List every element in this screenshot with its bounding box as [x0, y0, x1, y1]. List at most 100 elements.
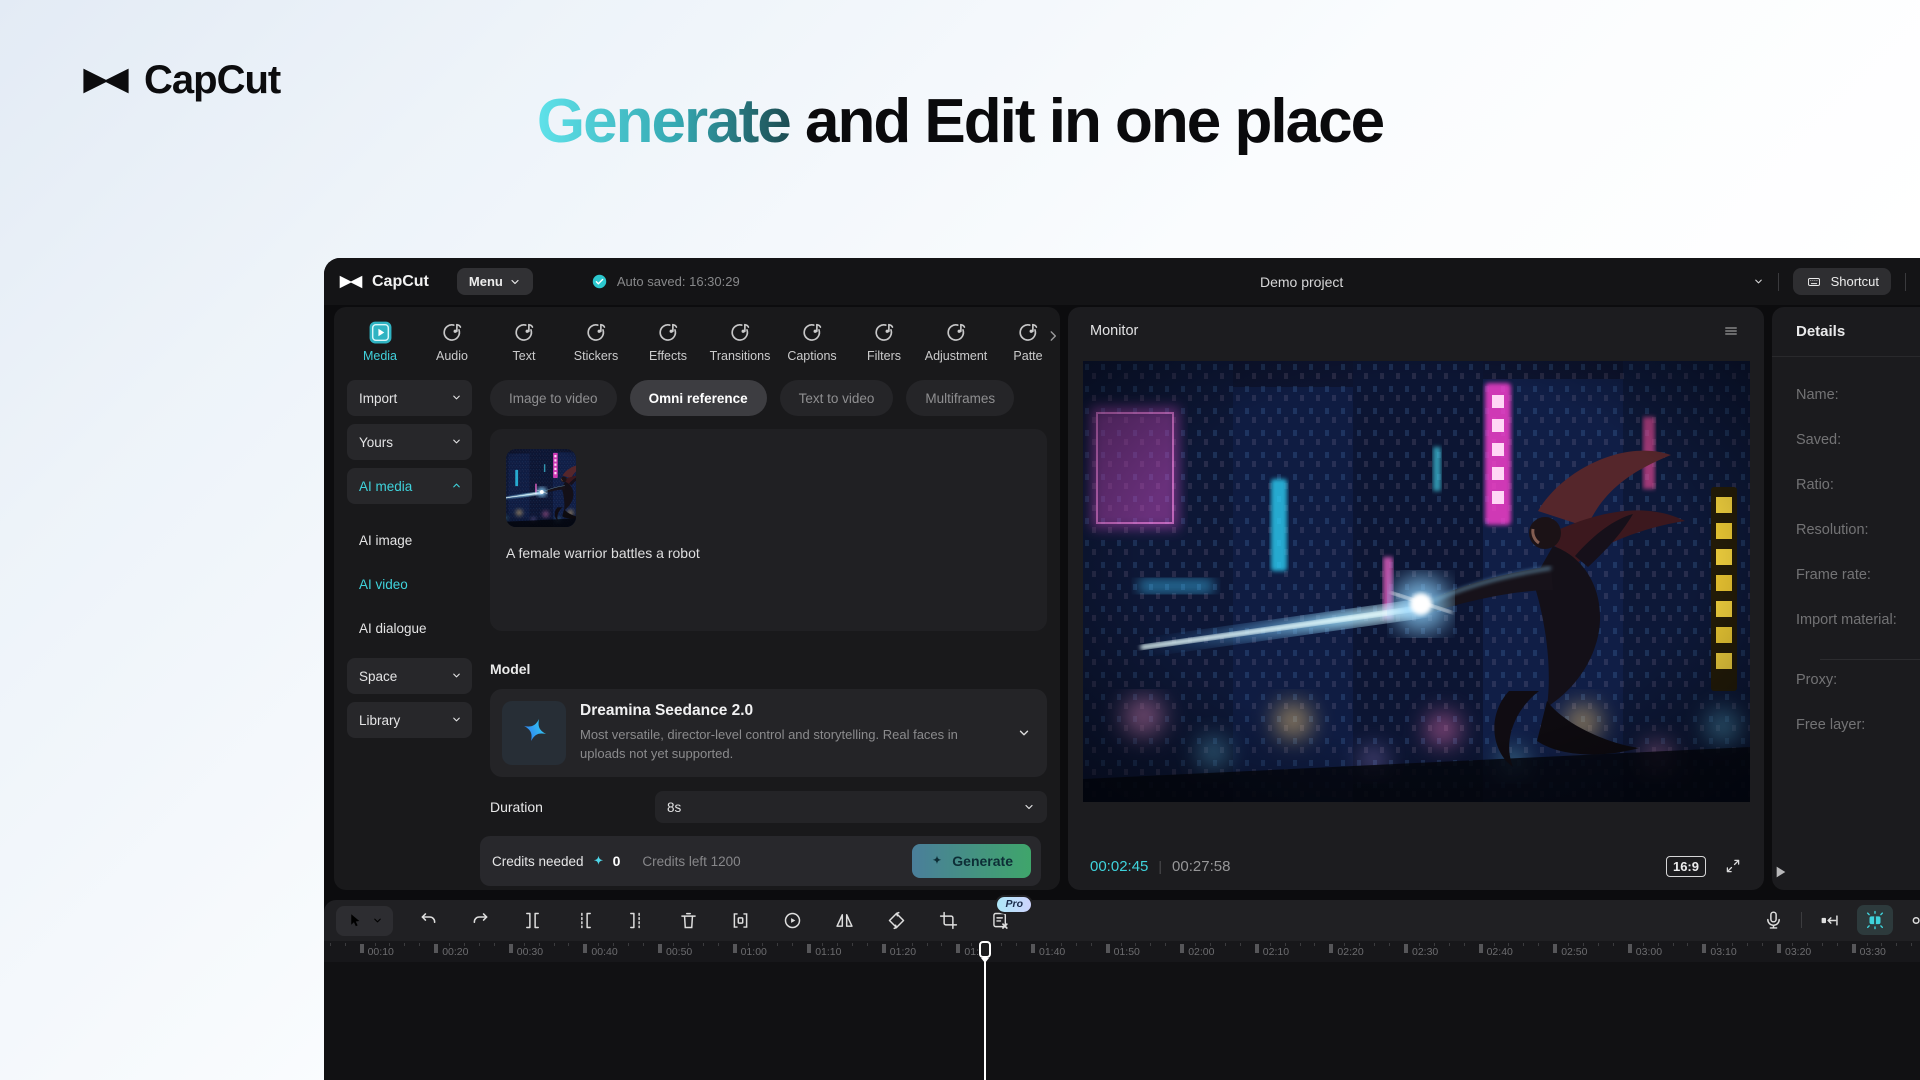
subtab-multiframes[interactable]: Multiframes: [906, 380, 1014, 416]
ruler-minor-tick: [1091, 943, 1092, 946]
ruler-minor-tick: [762, 943, 763, 946]
monitor-title: Monitor: [1090, 323, 1138, 339]
timeline-ruler[interactable]: 00:0000:1000:2000:3000:4000:5001:0001:10…: [324, 941, 1920, 962]
ruler-minor-tick: [1449, 943, 1450, 946]
auto-ripple-icon: [1819, 910, 1840, 931]
details-field-proxy: Proxy:: [1796, 672, 1920, 717]
microphone-button[interactable]: [1763, 910, 1784, 931]
aspect-ratio-button[interactable]: 16:9: [1666, 856, 1706, 877]
ruler-minor-tick: [897, 943, 898, 946]
ruler-minor-tick: [1121, 943, 1122, 946]
prompt-card: A female warrior battles a robot: [490, 429, 1047, 631]
speed-button[interactable]: [782, 910, 803, 931]
category-ring-icon: [728, 320, 753, 345]
mask-button[interactable]: [730, 910, 751, 931]
ruler-minor-tick: [748, 943, 749, 946]
reference-thumbnail[interactable]: [506, 449, 576, 527]
keyboard-icon: [1805, 275, 1823, 289]
playhead[interactable]: [979, 941, 993, 1080]
rotate-button[interactable]: [886, 910, 907, 931]
split-right-button[interactable]: [626, 910, 647, 931]
tab-effects[interactable]: Effects: [632, 313, 704, 373]
auto-ripple-button[interactable]: [1819, 910, 1840, 931]
tab-text[interactable]: Text: [488, 313, 560, 373]
ruler-minor-tick: [330, 943, 331, 946]
sidebar-group-yours[interactable]: Yours: [347, 424, 472, 460]
tab-filters[interactable]: Filters: [848, 313, 920, 373]
ruler-minor-tick: [1374, 943, 1375, 946]
ruler-minor-tick: [419, 943, 420, 946]
layout-dropdown-chevron[interactable]: [1753, 276, 1764, 287]
sidebar-group-space[interactable]: Space: [347, 658, 472, 694]
ruler-minor-tick: [1061, 943, 1062, 946]
ruler-minor-tick: [404, 943, 405, 946]
crop-button[interactable]: [938, 910, 959, 931]
model-selector[interactable]: Dreamina Seedance 2.0 Most versatile, di…: [490, 689, 1047, 777]
ruler-minor-tick: [1165, 943, 1166, 946]
split-right-icon: [626, 910, 647, 931]
undo-button[interactable]: [418, 910, 439, 931]
layout-switch-button[interactable]: [1720, 272, 1739, 291]
ruler-minor-tick: [449, 943, 450, 946]
smart-script-button[interactable]: Pro: [990, 910, 1011, 931]
tab-adjustment[interactable]: Adjustment: [920, 313, 992, 373]
ruler-minor-tick: [1523, 943, 1524, 946]
ruler-minor-tick: [1494, 943, 1495, 946]
subtab-text-to-video[interactable]: Text to video: [780, 380, 894, 416]
playhead-handle[interactable]: [979, 941, 991, 958]
duration-select[interactable]: 8s: [655, 791, 1047, 823]
split-button[interactable]: [522, 910, 543, 931]
ruler-minor-tick: [1195, 943, 1196, 946]
sidebar-item-ai-dialogue[interactable]: AI dialogue: [347, 614, 472, 642]
credit-sparkle-icon: [591, 854, 606, 869]
tab-audio[interactable]: Audio: [416, 313, 488, 373]
redo-icon: [470, 910, 491, 931]
sidebar-item-ai-image[interactable]: AI image: [347, 526, 472, 554]
tabs-overflow-chevron[interactable]: [1046, 329, 1060, 346]
snapping-button[interactable]: [1857, 905, 1893, 935]
track-partial-button[interactable]: [1910, 910, 1920, 931]
mirror-button[interactable]: [834, 910, 855, 931]
subtab-omni-reference[interactable]: Omni reference: [630, 380, 767, 416]
tab-captions[interactable]: Captions: [776, 313, 848, 373]
ruler-minor-tick: [1643, 943, 1644, 946]
sidebar-group-library[interactable]: Library: [347, 702, 472, 738]
timeline-tracks[interactable]: [324, 962, 1920, 1080]
speed-icon: [782, 910, 803, 931]
generator-subtabs: Image to video Omni reference Text to vide…: [490, 380, 1047, 416]
sidebar-group-import[interactable]: Import: [347, 380, 472, 416]
fullscreen-button[interactable]: [1724, 857, 1742, 875]
category-ring-icon: [944, 320, 969, 345]
details-field-name: Name:: [1796, 387, 1920, 432]
sidebar-group-ai-media[interactable]: AI media: [347, 468, 472, 504]
category-ring-icon: [656, 320, 681, 345]
panel-collapse-handle[interactable]: [1772, 864, 1788, 880]
ruler-minor-tick: [389, 943, 390, 946]
current-timecode: 00:02:45: [1090, 858, 1148, 875]
redo-button[interactable]: [470, 910, 491, 931]
monitor-menu-button[interactable]: [1722, 322, 1740, 340]
ruler-minor-tick: [1210, 943, 1211, 946]
cursor-icon: [346, 912, 364, 930]
subtab-image-to-video[interactable]: Image to video: [490, 380, 617, 416]
tab-media[interactable]: Media: [344, 313, 416, 373]
ruler-minor-tick: [1016, 943, 1017, 946]
menu-button[interactable]: Menu: [457, 268, 533, 295]
shortcut-button[interactable]: Shortcut: [1793, 268, 1891, 295]
delete-button[interactable]: [678, 910, 699, 931]
details-title: Details: [1772, 307, 1920, 357]
hamburger-icon: [1722, 322, 1740, 340]
details-field-import-material: Import material:: [1796, 612, 1920, 657]
video-preview[interactable]: [1083, 361, 1750, 802]
sidebar-item-ai-video[interactable]: AI video: [347, 570, 472, 598]
split-left-button[interactable]: [574, 910, 595, 931]
select-tool-button[interactable]: [336, 906, 393, 936]
check-circle-icon: [591, 273, 608, 290]
ruler-minor-tick: [718, 943, 719, 946]
tab-stickers[interactable]: Stickers: [560, 313, 632, 373]
generate-button[interactable]: Generate: [912, 844, 1031, 878]
tab-transitions[interactable]: Transitions: [704, 313, 776, 373]
ruler-minor-tick: [628, 943, 629, 946]
ruler-minor-tick: [1076, 943, 1077, 946]
ruler-minor-tick: [539, 943, 540, 946]
